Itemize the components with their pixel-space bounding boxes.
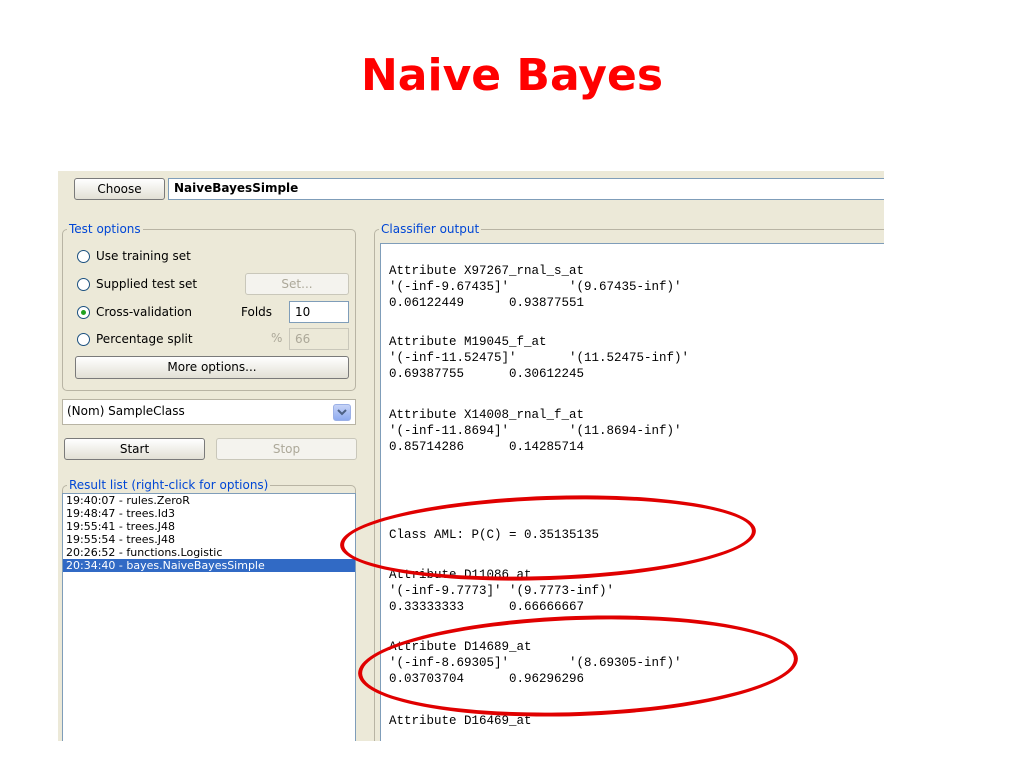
class-attribute-select[interactable]: (Nom) SampleClass bbox=[62, 399, 356, 425]
classifier-output-title: Classifier output bbox=[379, 222, 482, 236]
list-item[interactable]: 20:26:52 - functions.Logistic bbox=[63, 546, 355, 559]
list-item[interactable]: 19:48:47 - trees.Id3 bbox=[63, 507, 355, 520]
list-item[interactable]: 19:55:54 - trees.J48 bbox=[63, 533, 355, 546]
output-line: 0.06122449 0.93877551 bbox=[389, 296, 585, 310]
use-training-set-option[interactable]: Use training set bbox=[77, 247, 191, 265]
test-options-group: Test options Use training set Supplied t… bbox=[62, 222, 356, 391]
output-line: '(-inf-9.7773]' '(9.7773-inf)' bbox=[389, 584, 615, 598]
classifier-name-field[interactable]: NaiveBayesSimple bbox=[168, 178, 884, 200]
supplied-test-set-label: Supplied test set bbox=[96, 277, 198, 291]
cross-validation-option[interactable]: Cross-validation bbox=[77, 303, 192, 321]
output-line: 0.33333333 0.66666667 bbox=[389, 600, 585, 614]
choose-button[interactable]: Choose bbox=[74, 178, 165, 200]
radio-selected-icon[interactable] bbox=[77, 306, 90, 319]
list-item-selected[interactable]: 20:34:40 - bayes.NaiveBayesSimple bbox=[63, 559, 355, 572]
classifier-chooser: Choose NaiveBayesSimple bbox=[58, 171, 884, 200]
chevron-down-icon[interactable] bbox=[333, 404, 351, 421]
percent-symbol: % bbox=[271, 331, 283, 345]
output-line: Attribute D16469_at bbox=[389, 714, 532, 728]
result-list-title: Result list (right-click for options) bbox=[67, 478, 271, 492]
cross-validation-label: Cross-validation bbox=[96, 305, 192, 319]
output-line: '(-inf-9.67435]' '(9.67435-inf)' bbox=[389, 280, 682, 294]
folds-label: Folds bbox=[241, 305, 273, 319]
start-button[interactable]: Start bbox=[64, 438, 205, 460]
result-list[interactable]: 19:40:07 - rules.ZeroR 19:48:47 - trees.… bbox=[62, 493, 356, 741]
percentage-split-label: Percentage split bbox=[96, 332, 193, 346]
radio-icon[interactable] bbox=[77, 278, 90, 291]
output-line: Attribute X97267_rnal_s_at bbox=[389, 264, 585, 278]
supplied-test-set-option[interactable]: Supplied test set bbox=[77, 275, 197, 293]
class-attribute-value: (Nom) SampleClass bbox=[67, 404, 185, 418]
folds-input[interactable]: 10 bbox=[289, 301, 349, 323]
more-options-button[interactable]: More options... bbox=[75, 356, 349, 379]
radio-icon[interactable] bbox=[77, 333, 90, 346]
stop-button[interactable]: Stop bbox=[216, 438, 357, 460]
slide-title: Naive Bayes bbox=[360, 50, 664, 101]
percent-input[interactable]: 66 bbox=[289, 328, 349, 350]
set-button[interactable]: Set... bbox=[245, 273, 349, 295]
test-options-title: Test options bbox=[67, 222, 143, 236]
output-line: Attribute M19045_f_at bbox=[389, 335, 547, 349]
output-line: 0.85714286 0.14285714 bbox=[389, 440, 585, 454]
output-line: '(-inf-11.52475]' '(11.52475-inf)' bbox=[389, 351, 690, 365]
percentage-split-option[interactable]: Percentage split bbox=[77, 330, 193, 348]
output-line: '(-inf-11.8694]' '(11.8694-inf)' bbox=[389, 424, 682, 438]
list-item[interactable]: 19:40:07 - rules.ZeroR bbox=[63, 494, 355, 507]
use-training-set-label: Use training set bbox=[96, 249, 191, 263]
output-line: Attribute X14008_rnal_f_at bbox=[389, 408, 585, 422]
output-line: 0.69387755 0.30612245 bbox=[389, 367, 585, 381]
radio-icon[interactable] bbox=[77, 250, 90, 263]
list-item[interactable]: 19:55:41 - trees.J48 bbox=[63, 520, 355, 533]
